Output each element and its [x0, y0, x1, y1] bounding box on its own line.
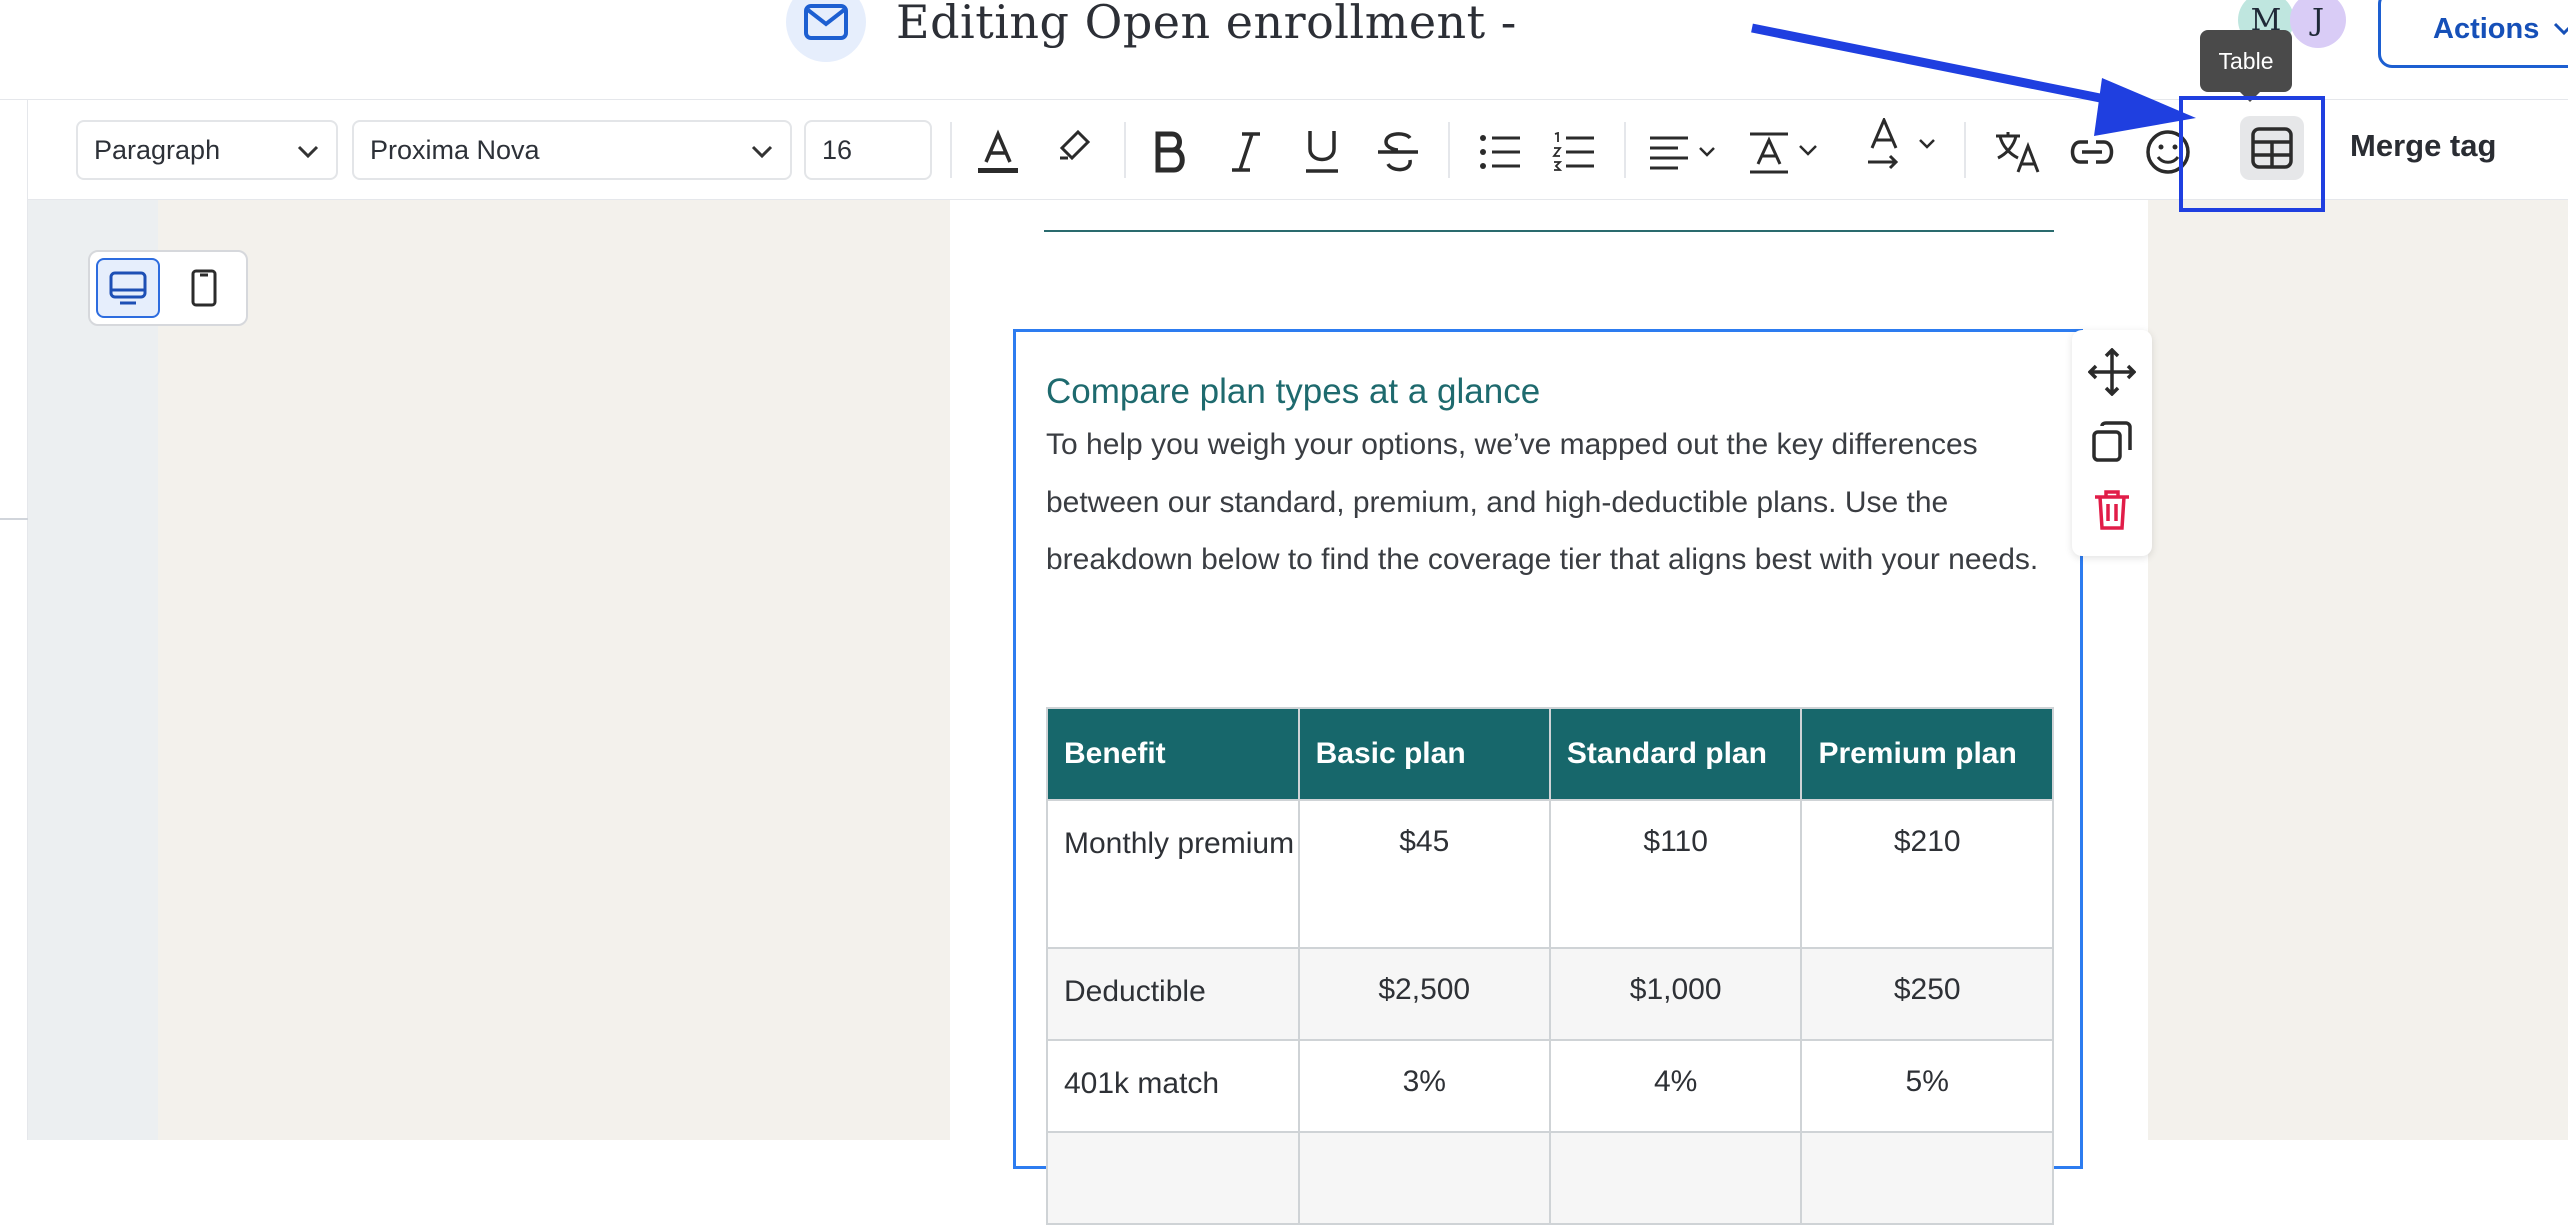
- mobile-view-button[interactable]: [172, 258, 236, 318]
- table-cell: $250: [1800, 947, 2054, 1041]
- text-direction-icon[interactable]: [1866, 118, 1950, 170]
- editor-canvas: Compare plan types at a glance To help y…: [28, 200, 2568, 1225]
- table-header-cell: Standard plan: [1548, 707, 1803, 801]
- table-cell: 401k match: [1046, 1039, 1300, 1133]
- section-body: To help you weigh your options, we’ve ma…: [1046, 428, 2039, 576]
- line-height-icon[interactable]: [1748, 128, 1832, 176]
- actions-button[interactable]: Actions: [2378, 0, 2568, 68]
- title-area: Editing Open enrollment -: [786, 0, 1517, 62]
- italic-icon[interactable]: [1222, 128, 1270, 176]
- text-color-icon[interactable]: [974, 128, 1022, 176]
- table-row: [1046, 1131, 2054, 1225]
- highlight-icon[interactable]: [1050, 122, 1098, 170]
- table-cell: 3%: [1297, 1039, 1551, 1133]
- table-cell: $2,500: [1297, 947, 1551, 1041]
- chevron-down-icon: [751, 145, 773, 159]
- avatar[interactable]: J: [2290, 0, 2346, 48]
- numbered-list-icon[interactable]: [1550, 128, 1598, 176]
- plan-comparison-table[interactable]: Benefit Basic plan Standard plan Premium…: [1046, 707, 2054, 1225]
- duplicate-icon[interactable]: [2088, 418, 2136, 466]
- table-cell: $110: [1548, 799, 1803, 949]
- table-cell: 4%: [1548, 1039, 1803, 1133]
- mobile-icon: [191, 269, 217, 307]
- table-cell: [1297, 1131, 1551, 1225]
- bold-icon[interactable]: [1146, 128, 1194, 176]
- table-cell: $210: [1800, 799, 2054, 949]
- table-cell: $1,000: [1548, 947, 1803, 1041]
- desktop-view-button[interactable]: [96, 258, 160, 318]
- font-size-input[interactable]: 16: [804, 120, 932, 180]
- font-family-select[interactable]: Proxima Nova: [352, 120, 792, 180]
- table-header-row: Benefit Basic plan Standard plan Premium…: [1046, 707, 2054, 801]
- block-tools-panel: [2072, 330, 2152, 556]
- underline-icon[interactable]: [1298, 128, 1346, 176]
- delete-icon[interactable]: [2088, 486, 2136, 534]
- desktop-icon: [109, 271, 147, 305]
- view-toggle: [88, 250, 248, 326]
- translate-icon[interactable]: [1994, 128, 2042, 176]
- font-size-value: 16: [822, 134, 853, 165]
- table-cell: Monthly premium: [1046, 799, 1300, 949]
- table-cell: Deductible: [1046, 947, 1300, 1041]
- table-row: 401k match 3% 4% 5%: [1046, 1039, 2054, 1133]
- chevron-down-icon: [297, 145, 319, 159]
- align-icon[interactable]: [1648, 128, 1728, 176]
- link-icon[interactable]: [2068, 128, 2116, 176]
- table-cell: [1046, 1131, 1300, 1225]
- move-icon[interactable]: [2088, 348, 2136, 396]
- strikethrough-icon[interactable]: [1374, 128, 1422, 176]
- selected-text-block[interactable]: Compare plan types at a glance To help y…: [1013, 329, 2083, 1225]
- table-header-cell: Benefit: [1046, 707, 1300, 801]
- divider-line: [1044, 230, 2054, 232]
- mail-icon: [786, 0, 866, 62]
- chevron-down-icon: [2554, 22, 2568, 36]
- page-title: Editing Open enrollment -: [896, 0, 1517, 49]
- table-cell: 5%: [1800, 1039, 2054, 1133]
- table-cell: $45: [1297, 799, 1551, 949]
- font-family-value: Proxima Nova: [370, 134, 540, 165]
- block-type-value: Paragraph: [94, 134, 221, 165]
- email-body: Compare plan types at a glance To help y…: [950, 200, 2148, 1225]
- merge-tag-button[interactable]: Merge tag: [2350, 128, 2496, 164]
- table-cell: [1800, 1131, 2054, 1225]
- top-bar: Editing Open enrollment - M J Actions: [0, 0, 2568, 100]
- bullet-list-icon[interactable]: [1476, 128, 1524, 176]
- table-header-cell: Premium plan: [1800, 707, 2054, 801]
- table-cell: [1548, 1131, 1803, 1225]
- block-type-select[interactable]: Paragraph: [76, 120, 338, 180]
- table-tooltip: Table: [2200, 30, 2292, 102]
- section-title: Compare plan types at a glance: [1046, 372, 1541, 411]
- table-header-cell: Basic plan: [1297, 707, 1551, 801]
- left-panel-edge: [0, 100, 28, 1140]
- table-row: Deductible $2,500 $1,000 $250: [1046, 947, 2054, 1041]
- actions-button-label: Actions: [2433, 12, 2540, 45]
- table-row: Monthly premium $45 $110 $210: [1046, 799, 2054, 949]
- annotation-highlight-box: [2179, 96, 2325, 212]
